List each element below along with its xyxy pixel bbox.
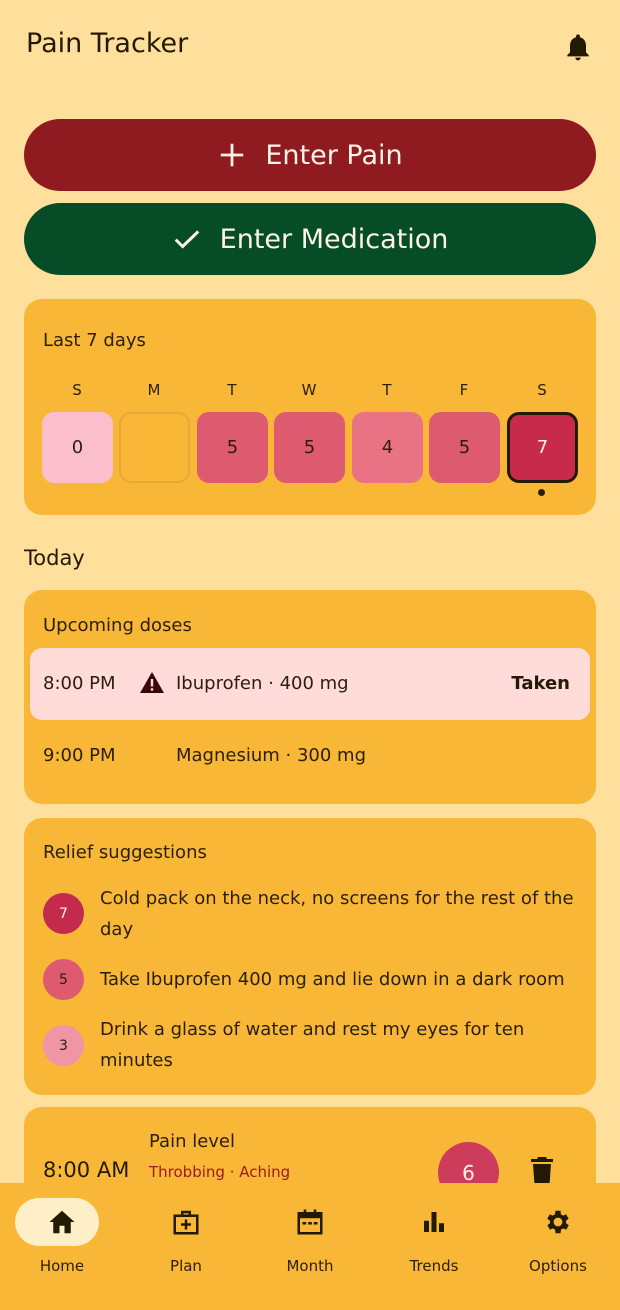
calendar-icon: [297, 1209, 323, 1235]
day-letter: W: [301, 381, 317, 399]
nav-label-options: Options: [529, 1257, 587, 1275]
enter-medication-button[interactable]: Enter Medication: [24, 203, 596, 275]
pain-level-badge: 5: [43, 959, 84, 1000]
dose-medication: Magnesium · 300 mg: [176, 745, 366, 766]
day-tile[interactable]: [119, 412, 190, 483]
week-card-title: Last 7 days: [43, 330, 146, 351]
nav-item-month[interactable]: Month: [248, 1183, 372, 1310]
day-letter: T: [382, 381, 392, 399]
dose-medication: Ibuprofen · 400 mg: [176, 673, 349, 694]
relief-suggestions-card: Relief suggestions 7 Cold pack on the ne…: [24, 818, 596, 1095]
entry-time: 8:00 AM: [43, 1158, 130, 1182]
pain-level-badge: 7: [43, 893, 84, 934]
entry-pain-tags: Throbbing · Aching: [149, 1163, 291, 1181]
enter-pain-button[interactable]: Enter Pain: [24, 119, 596, 191]
enter-medication-label: Enter Medication: [219, 223, 449, 255]
day-letter: F: [459, 381, 469, 399]
day-tile[interactable]: 0: [42, 412, 113, 483]
app-title: Pain Tracker: [26, 28, 189, 59]
nav-item-trends[interactable]: Trends: [372, 1183, 496, 1310]
medical-kit-icon: [173, 1210, 199, 1235]
entry-label: Pain level: [149, 1131, 236, 1152]
settings-gear-icon: [547, 1210, 569, 1234]
app-bar: Pain Tracker: [0, 0, 620, 92]
dose-row[interactable]: 9:00 PM Magnesium · 300 mg: [30, 720, 590, 792]
day-tile[interactable]: 5: [274, 412, 345, 483]
enter-pain-label: Enter Pain: [265, 139, 403, 171]
day-letter: S: [537, 381, 547, 399]
upcoming-doses-card: Upcoming doses 8:00 PM Ibuprofen · 400 m…: [24, 590, 596, 804]
doses-card-title: Upcoming doses: [43, 615, 192, 636]
nav-item-home[interactable]: Home: [0, 1183, 124, 1310]
home-icon: [49, 1210, 75, 1234]
pain-level-badge: 3: [43, 1025, 84, 1066]
day-tile[interactable]: 5: [197, 412, 268, 483]
dose-time: 8:00 PM: [43, 673, 116, 694]
relief-suggestion-text[interactable]: Drink a glass of water and rest my eyes …: [100, 1014, 580, 1076]
relief-card-title: Relief suggestions: [43, 842, 207, 863]
day-letter: T: [227, 381, 237, 399]
nav-label-home: Home: [39, 1257, 85, 1275]
relief-suggestion-text[interactable]: Take Ibuprofen 400 mg and lie down in a …: [100, 964, 580, 995]
nav-label-month: Month: [286, 1257, 334, 1275]
nav-label-plan: Plan: [170, 1257, 202, 1275]
warning-icon: [140, 672, 164, 693]
bottom-navigation: Home Plan Month Trends Options: [0, 1183, 620, 1310]
day-tile[interactable]: 5: [429, 412, 500, 483]
day-letter: M: [147, 381, 161, 399]
checkmark-icon: [174, 230, 199, 249]
dose-row[interactable]: 8:00 PM Ibuprofen · 400 mg Taken: [30, 648, 590, 720]
day-letter: S: [72, 381, 82, 399]
plus-icon: [221, 143, 244, 167]
today-indicator-dot: [538, 489, 545, 496]
nav-item-options[interactable]: Options: [496, 1183, 620, 1310]
day-tile[interactable]: 4: [352, 412, 423, 483]
nav-label-trends: Trends: [409, 1257, 459, 1275]
today-heading: Today: [24, 546, 85, 570]
delete-trash-icon[interactable]: [530, 1157, 554, 1185]
notifications-bell-icon[interactable]: [562, 30, 594, 64]
relief-suggestion-text[interactable]: Cold pack on the neck, no screens for th…: [100, 883, 580, 945]
last-7-days-card: Last 7 days S M T W T F S 0 5 5 4 5 7: [24, 299, 596, 515]
day-tile[interactable]: 7: [507, 412, 578, 483]
dose-status-taken[interactable]: Taken: [511, 673, 570, 694]
dose-time: 9:00 PM: [43, 745, 116, 766]
nav-item-plan[interactable]: Plan: [124, 1183, 248, 1310]
bar-chart-icon: [424, 1212, 444, 1232]
